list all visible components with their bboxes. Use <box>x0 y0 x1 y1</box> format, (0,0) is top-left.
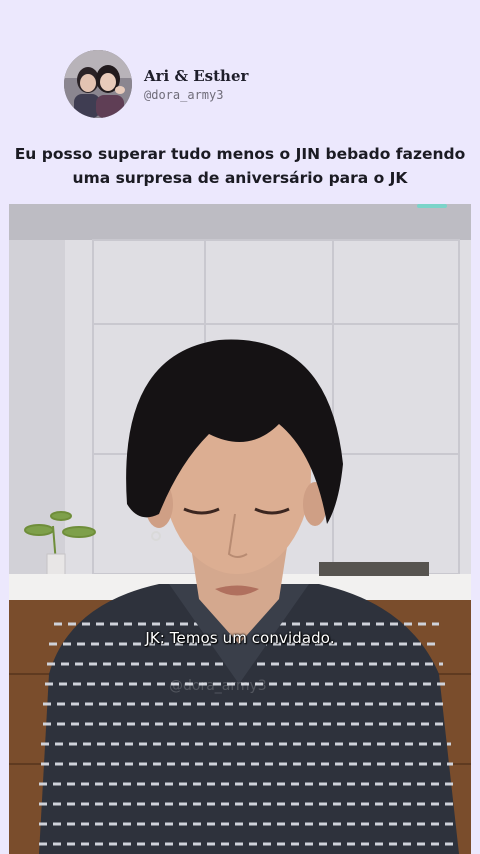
avatar[interactable] <box>64 50 132 118</box>
progress-indicator <box>417 204 447 208</box>
video-subtitle: JK: Temos um convidado. <box>145 629 335 647</box>
user-handle[interactable]: @dora_army3 <box>144 88 248 102</box>
profile-header: Ari & Esther @dora_army3 <box>64 50 248 118</box>
user-meta: Ari & Esther @dora_army3 <box>144 67 248 102</box>
post-caption: Eu posso superar tudo menos o JIN bebado… <box>14 145 466 187</box>
video-watermark: @dora_army3 <box>169 678 267 694</box>
video-frame <box>9 204 471 854</box>
display-name[interactable]: Ari & Esther <box>144 67 248 85</box>
video-player[interactable]: JK: Temos um convidado. @dora_army3 <box>9 204 471 854</box>
avatar-illustration <box>64 50 132 118</box>
